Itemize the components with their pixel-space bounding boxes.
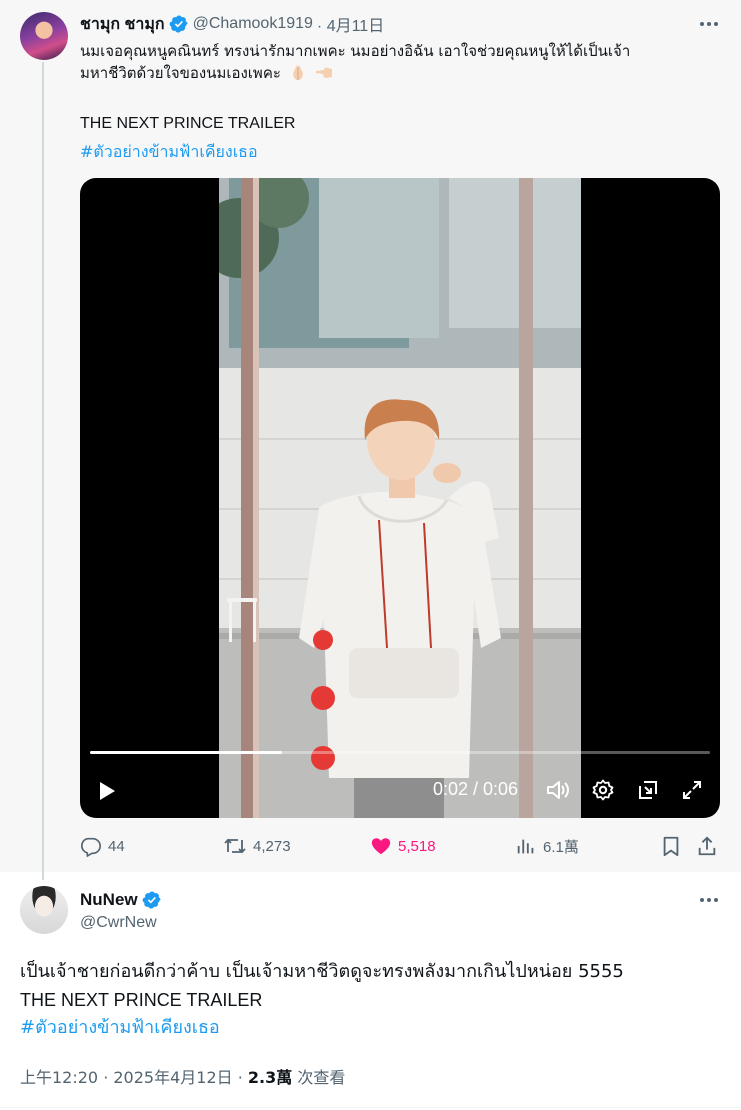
user-handle[interactable]: @Chamook1919 bbox=[193, 15, 313, 33]
tweet-header: NuNew bbox=[80, 888, 162, 912]
bookmark-button[interactable] bbox=[660, 832, 682, 860]
tweet-text-line: THE NEXT PRINCE TRAILER bbox=[20, 990, 263, 1010]
repost-count: 4,273 bbox=[253, 837, 291, 855]
parent-tweet[interactable]: ชามุก ชามุก @Chamook1919 · 4月11日 นมเจอคุ… bbox=[0, 0, 741, 880]
tweet-text-line: มหาชีวิตด้วยใจของนมเองเพคะ bbox=[80, 64, 281, 82]
avatar[interactable] bbox=[20, 886, 68, 934]
verified-badge-icon bbox=[169, 15, 188, 33]
like-count: 5,518 bbox=[398, 837, 436, 855]
hashtag-link[interactable]: #ตัวอย่างข้ามฟ้าเคียงเธอ bbox=[20, 1014, 720, 1042]
display-name[interactable]: ชามุก ชามุก bbox=[80, 12, 165, 37]
post-timestamp[interactable]: 上午12:20 · 2025年4月12日 · bbox=[20, 1068, 248, 1087]
tweet-action-bar: 44 4,273 5,518 6.1萬 bbox=[80, 832, 720, 860]
hashtag-link[interactable]: #ตัวอย่างข้ามฟ้าเคียงเธอ bbox=[80, 140, 258, 165]
post-date[interactable]: · 4月11日 bbox=[317, 12, 384, 36]
share-button[interactable] bbox=[696, 832, 718, 860]
view-count: 6.1萬 bbox=[543, 838, 579, 856]
volume-icon[interactable] bbox=[544, 776, 572, 804]
tweet-text-trailer: THE NEXT PRINCE TRAILER bbox=[80, 115, 296, 132]
analytics-icon bbox=[517, 839, 534, 854]
tweet-text-line-2: มหาชีวิตด้วยใจของนมเองเพคะ bbox=[80, 62, 720, 84]
like-button[interactable]: 5,518 bbox=[370, 832, 436, 860]
video-player[interactable]: 0:02 / 0:06 bbox=[80, 178, 720, 818]
more-options-icon[interactable] bbox=[697, 888, 721, 912]
view-label: 次查看 bbox=[292, 1068, 346, 1087]
display-name[interactable]: NuNew bbox=[80, 890, 138, 910]
avatar[interactable] bbox=[20, 12, 68, 60]
video-time-display: 0:02 / 0:06 bbox=[433, 779, 519, 799]
video-progress-fill bbox=[90, 751, 283, 754]
settings-icon[interactable] bbox=[589, 776, 617, 804]
heart-icon bbox=[371, 838, 391, 855]
verified-badge-icon bbox=[142, 891, 161, 909]
video-frame bbox=[219, 178, 581, 818]
fullscreen-icon[interactable] bbox=[678, 776, 706, 804]
video-progress-bar[interactable] bbox=[90, 751, 710, 754]
thread-connector-line bbox=[42, 62, 44, 880]
reply-count: 44 bbox=[108, 837, 125, 855]
bookmark-icon bbox=[663, 836, 679, 857]
play-icon[interactable] bbox=[94, 778, 120, 804]
tweet-text-line: นมเจอคุณหนูคณินทร์ ทรงน่ารักมากเพคะ นมอย… bbox=[80, 42, 631, 60]
views-button[interactable]: 6.1萬 bbox=[515, 832, 579, 860]
tweet-text-line: เป็นเจ้าชายก่อนดีกว่าค้าบ เป็นเจ้ามหาชีว… bbox=[20, 961, 624, 982]
tweet-metadata: 上午12:20 · 2025年4月12日 · 2.3萬 次查看 bbox=[20, 1064, 345, 1088]
repost-icon bbox=[224, 838, 246, 854]
view-count: 2.3萬 bbox=[247, 1068, 293, 1087]
user-handle[interactable]: @CwrNew bbox=[80, 914, 157, 932]
divider bbox=[0, 1107, 741, 1108]
picture-in-picture-icon[interactable] bbox=[634, 776, 662, 804]
folded-hands-emoji bbox=[292, 65, 303, 80]
more-options-icon[interactable] bbox=[697, 12, 721, 36]
tweet-header: ชามุก ชามุก @Chamook1919 · 4月11日 bbox=[80, 12, 384, 36]
reply-icon bbox=[81, 837, 101, 857]
tweet-text: เป็นเจ้าชายก่อนดีกว่าค้าบ เป็นเจ้ามหาชีว… bbox=[20, 958, 720, 1042]
repost-button[interactable]: 4,273 bbox=[223, 832, 291, 860]
pointing-left-emoji bbox=[316, 67, 333, 78]
video-frame-illustration bbox=[219, 178, 581, 818]
share-icon bbox=[698, 836, 716, 856]
tweet-text: นมเจอคุณหนูคณินทร์ ทรงน่ารักมากเพคะ นมอย… bbox=[80, 40, 720, 84]
reply-button[interactable]: 44 bbox=[80, 832, 125, 860]
